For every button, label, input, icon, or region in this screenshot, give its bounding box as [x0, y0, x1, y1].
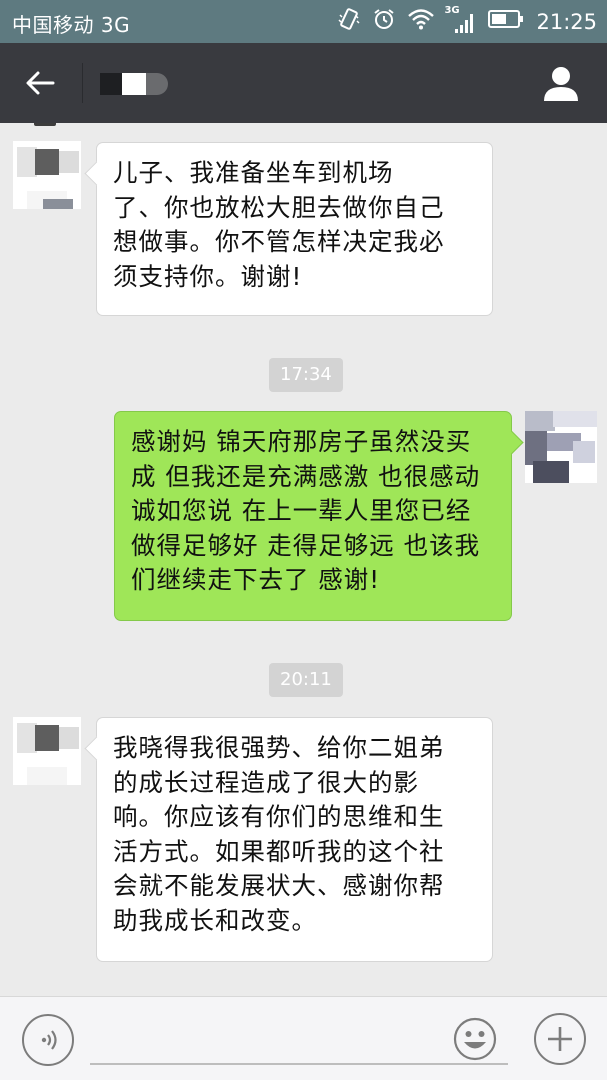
battery-icon — [488, 9, 524, 34]
my-avatar[interactable] — [525, 411, 597, 483]
header-divider — [82, 63, 83, 103]
voice-icon — [41, 1030, 57, 1050]
outgoing-message-bubble[interactable]: 感谢妈 锦天府那房子虽然没买 成 但我还是充满感激 也很感动 诚如您说 在上一辈… — [114, 411, 512, 621]
person-icon — [544, 67, 578, 101]
chat-header — [0, 43, 607, 123]
chat-profile-button[interactable] — [539, 61, 583, 105]
back-button[interactable] — [18, 63, 62, 103]
emoji-button[interactable] — [452, 1016, 498, 1062]
vibrate-icon — [338, 7, 360, 36]
clock-time: 21:25 — [536, 9, 597, 34]
signal-icon: 3G — [444, 5, 476, 35]
carrier-label: 中国移动 3G — [12, 13, 131, 37]
contact-name-redacted — [100, 73, 170, 95]
wifi-icon — [408, 8, 435, 35]
status-bar: 中国移动 3G 3G 21:25 — [0, 0, 607, 43]
more-actions-button[interactable] — [534, 1013, 586, 1065]
contact-avatar[interactable] — [13, 141, 81, 209]
voice-mode-button[interactable] — [22, 1014, 74, 1066]
smiley-icon — [453, 1017, 497, 1061]
message-input-bar — [0, 996, 607, 1080]
contact-avatar[interactable] — [13, 717, 81, 785]
timestamp-badge: 17:34 — [269, 358, 343, 392]
incoming-message-bubble[interactable]: 我晓得我很强势、给你二姐弟 的成长过程造成了很大的影 响。你应该有你们的思维和生… — [96, 717, 493, 962]
message-text-input[interactable] — [90, 1013, 508, 1065]
message-list[interactable]: 儿子、我准备坐车到机场 了、你也放松大胆去做你自己 想做事。你不管怎样决定我必 … — [0, 123, 607, 996]
status-icons: 3G 21:25 — [338, 5, 597, 38]
incoming-message-bubble[interactable]: 儿子、我准备坐车到机场 了、你也放松大胆去做你自己 想做事。你不管怎样决定我必 … — [96, 142, 493, 316]
avatar-partial — [34, 123, 56, 126]
alarm-icon — [372, 7, 396, 36]
arrow-left-icon — [26, 71, 55, 95]
timestamp-badge: 20:11 — [269, 663, 343, 697]
plus-icon — [548, 1027, 572, 1051]
